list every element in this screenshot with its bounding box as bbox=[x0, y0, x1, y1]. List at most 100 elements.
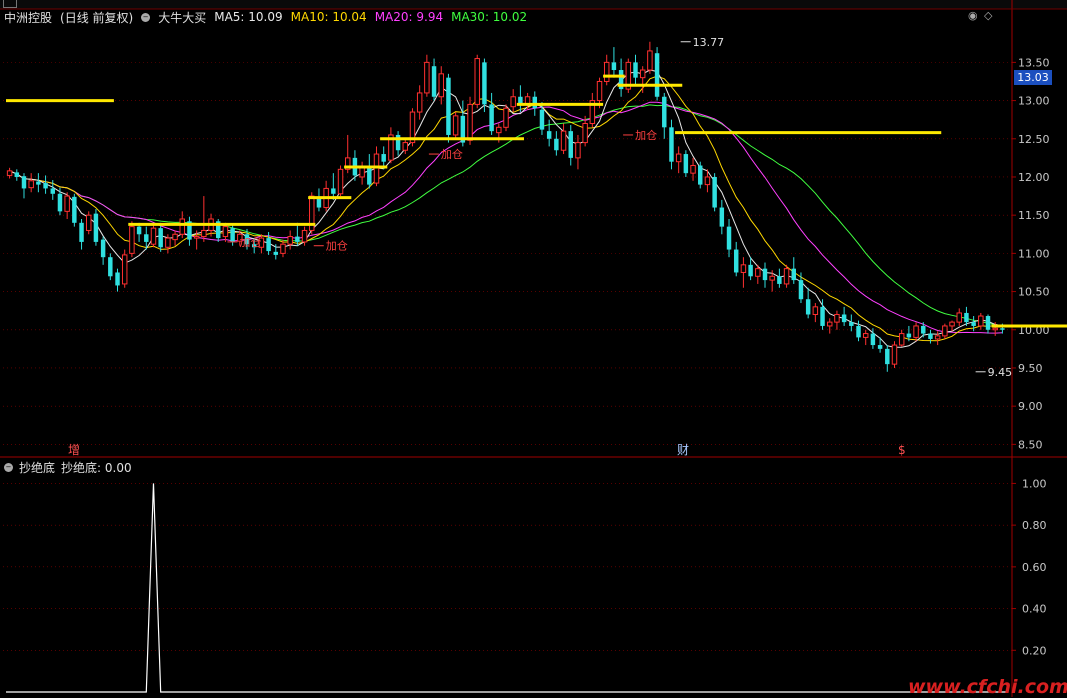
candle-body bbox=[144, 234, 149, 242]
candle-body bbox=[978, 315, 984, 327]
candle-body bbox=[849, 322, 854, 326]
candle-body bbox=[568, 131, 573, 158]
settings-icon[interactable]: ◉ bbox=[968, 9, 978, 22]
diamond-icon[interactable]: ◇ bbox=[984, 9, 992, 22]
candle-body bbox=[712, 176, 717, 208]
candle-body bbox=[992, 327, 998, 331]
candle-body bbox=[158, 228, 163, 248]
candle-body bbox=[560, 130, 567, 151]
sub-chart-header: − 抄绝底 抄绝底: 0.00 bbox=[4, 459, 132, 476]
candle-body bbox=[546, 131, 552, 139]
chart-header: 中洲控股 (日线 前复权) − 大牛大买 MA5: 10.09 MA10: 10… bbox=[4, 9, 527, 25]
candle-body bbox=[496, 126, 502, 134]
price-mode[interactable]: (日线 前复权) bbox=[60, 9, 133, 26]
candle-body bbox=[841, 314, 847, 323]
y-tick-label: 10.50 bbox=[1018, 286, 1050, 299]
indicator-line bbox=[6, 483, 1008, 693]
candle-body bbox=[683, 154, 689, 174]
candle-body bbox=[446, 77, 451, 135]
marker-dollar[interactable]: $ bbox=[898, 443, 906, 457]
candle-body bbox=[337, 168, 344, 195]
chart-annotation: 13.77 bbox=[693, 36, 725, 49]
candle-body bbox=[129, 226, 135, 254]
y-tick-label: 0.80 bbox=[1022, 519, 1047, 532]
candle-body bbox=[812, 306, 819, 315]
candle-body bbox=[690, 165, 696, 174]
candle-body bbox=[301, 229, 308, 243]
candle-body bbox=[669, 127, 674, 162]
candle-body bbox=[906, 333, 912, 338]
ma5-value: MA5: 10.09 bbox=[214, 10, 283, 24]
candle-body bbox=[402, 142, 409, 151]
candle-body bbox=[675, 153, 682, 163]
candle-body bbox=[21, 176, 27, 189]
candle-body bbox=[431, 66, 437, 97]
candle-body bbox=[482, 62, 487, 105]
marker-cai[interactable]: 财 bbox=[677, 443, 689, 457]
candle-body bbox=[266, 238, 271, 252]
candle-body bbox=[381, 154, 386, 162]
current-price-badge: 13.03 bbox=[1014, 70, 1052, 85]
candle-body bbox=[783, 268, 790, 285]
candle-body bbox=[36, 181, 41, 185]
candle-body bbox=[359, 167, 365, 178]
sub-indicator-name[interactable]: 抄绝底 bbox=[19, 459, 55, 476]
candle-body bbox=[913, 325, 919, 338]
marker-zeng[interactable]: 增 bbox=[68, 443, 80, 457]
candle-body bbox=[474, 58, 480, 105]
candle-body bbox=[877, 345, 883, 349]
candle-body bbox=[452, 115, 459, 136]
candle-body bbox=[856, 325, 861, 338]
candle-body bbox=[603, 61, 610, 82]
chart-annotation: 加仓 bbox=[635, 128, 657, 142]
chart-canvas: 13.5013.0012.5012.0011.5011.0010.5010.00… bbox=[0, 0, 1067, 697]
indicator-name[interactable]: 大牛大买 bbox=[158, 9, 206, 26]
chart-annotation: 加仓 bbox=[441, 147, 463, 161]
y-tick-label: 8.50 bbox=[1018, 438, 1043, 451]
y-tick-label: 12.00 bbox=[1018, 171, 1050, 184]
y-tick-label: 1.00 bbox=[1022, 477, 1047, 490]
candle-body bbox=[704, 176, 711, 186]
collapse-icon[interactable]: − bbox=[141, 12, 151, 22]
ma10-value: MA10: 10.04 bbox=[290, 10, 367, 24]
candle-body bbox=[86, 214, 92, 231]
candle-body bbox=[28, 180, 34, 189]
y-tick-label: 11.50 bbox=[1018, 209, 1050, 222]
candle-body bbox=[885, 348, 890, 365]
candle-body bbox=[798, 280, 804, 300]
collapse-icon[interactable]: − bbox=[4, 463, 13, 472]
candle-body bbox=[647, 50, 653, 71]
candle-body bbox=[596, 80, 603, 102]
candle-body bbox=[57, 193, 63, 212]
candle-body bbox=[582, 122, 588, 144]
candle-body bbox=[280, 243, 286, 254]
candle-body bbox=[777, 276, 782, 284]
candle-body bbox=[150, 227, 157, 245]
candle-body bbox=[79, 222, 84, 242]
candle-body bbox=[769, 275, 775, 281]
chart-annotation: 加仓 bbox=[326, 239, 348, 253]
candle-body bbox=[230, 228, 235, 242]
y-tick-label: 9.00 bbox=[1018, 400, 1043, 413]
candle-body bbox=[64, 195, 70, 212]
candle-body bbox=[964, 312, 969, 323]
candle-body bbox=[834, 313, 840, 323]
candle-body bbox=[100, 239, 106, 258]
candle-body bbox=[395, 134, 401, 151]
candle-body bbox=[172, 233, 178, 241]
candle-body bbox=[762, 268, 768, 281]
y-tick-label: 13.00 bbox=[1018, 95, 1050, 108]
candle-body bbox=[633, 62, 638, 78]
candle-body bbox=[1000, 328, 1005, 330]
candle-body bbox=[654, 53, 660, 97]
candle-body bbox=[373, 153, 380, 184]
candle-body bbox=[921, 325, 926, 334]
candle-body bbox=[467, 103, 473, 141]
candle-body bbox=[510, 96, 516, 108]
candle-body bbox=[193, 236, 200, 239]
candle-body bbox=[316, 198, 322, 208]
candle-body bbox=[827, 321, 833, 327]
candle-body bbox=[438, 73, 444, 98]
ma30-value: MA30: 10.02 bbox=[451, 10, 528, 24]
y-tick-label: 13.50 bbox=[1018, 56, 1050, 69]
